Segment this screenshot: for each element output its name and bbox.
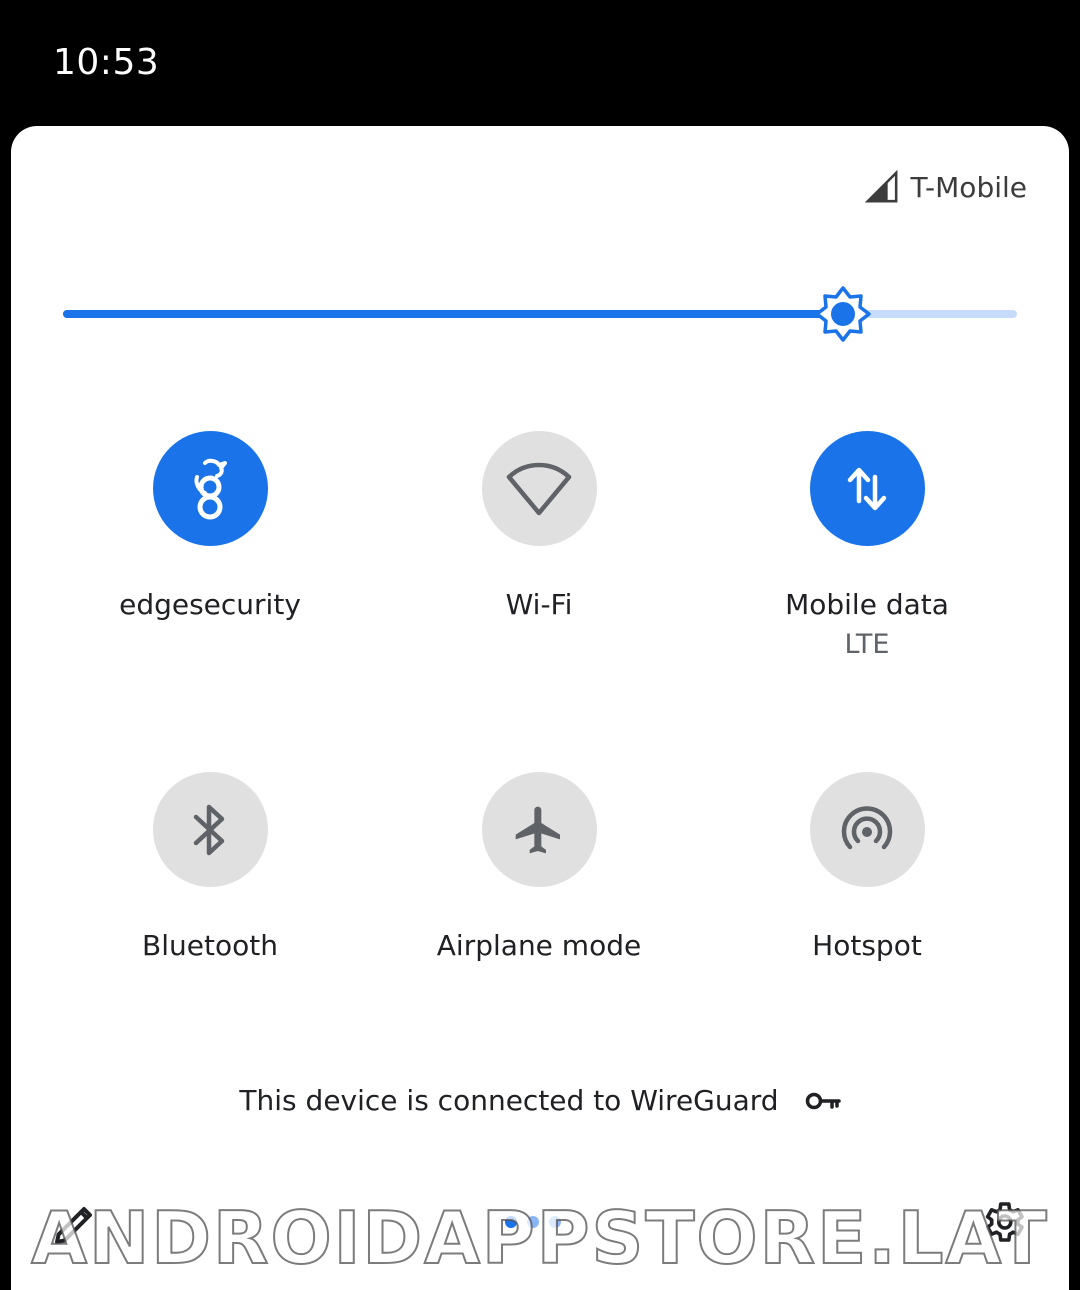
vpn-status-footer[interactable]: This device is connected to WireGuard	[11, 1084, 1069, 1117]
brightness-slider[interactable]	[63, 286, 1017, 342]
pencil-icon[interactable]	[51, 1200, 99, 1248]
carrier-indicator: T-Mobile	[864, 170, 1027, 204]
tile-hotspot-button[interactable]	[809, 772, 925, 887]
tile-bluetooth-button[interactable]	[152, 772, 268, 887]
tile-edgesecurity-button[interactable]	[152, 431, 268, 546]
tile-label: Airplane mode	[436, 929, 642, 962]
brightness-track-fill	[63, 310, 844, 318]
tile-airplane-mode[interactable]: Airplane mode	[389, 772, 689, 962]
tile-edgesecurity[interactable]: edgesecurity	[60, 431, 360, 621]
mobile-data-icon	[847, 467, 887, 510]
brightness-icon[interactable]	[815, 286, 872, 342]
tile-sublabel: LTE	[844, 629, 890, 660]
hotspot-icon	[841, 805, 893, 849]
quick-settings-panel: T-Mobile edgesecurity Wi-Fi Mobile data …	[11, 126, 1069, 1290]
tile-label: edgesecurity	[119, 588, 301, 621]
page-dot	[505, 1216, 517, 1228]
wireguard-icon	[194, 458, 227, 519]
tile-label: Wi-Fi	[505, 588, 573, 621]
carrier-name: T-Mobile	[910, 170, 1027, 204]
page-dot	[527, 1216, 539, 1228]
vpn-status-text: This device is connected to WireGuard	[239, 1084, 779, 1117]
cell-signal-icon	[864, 170, 897, 203]
screen: 10:53 T-Mobile edgesecurity Wi-Fi Mobile…	[0, 0, 1080, 1290]
tile-airplane-mode-button[interactable]	[481, 772, 597, 887]
tile-mobile-data[interactable]: Mobile data LTE	[717, 431, 1017, 660]
airplane-icon	[515, 806, 560, 853]
tile-label: Hotspot	[812, 929, 922, 962]
tile-label: Mobile data	[785, 588, 949, 621]
bluetooth-icon	[193, 804, 225, 855]
tile-hotspot[interactable]: Hotspot	[717, 772, 1017, 962]
wifi-icon	[506, 462, 572, 515]
tile-mobile-data-button[interactable]	[809, 431, 925, 546]
gear-icon[interactable]	[979, 1198, 1027, 1246]
status-time: 10:53	[53, 42, 160, 83]
key-icon	[805, 1092, 841, 1109]
page-indicator	[505, 1216, 561, 1228]
page-dot	[549, 1216, 561, 1228]
tile-wifi[interactable]: Wi-Fi	[389, 431, 689, 621]
tile-bluetooth[interactable]: Bluetooth	[60, 772, 360, 962]
tile-label: Bluetooth	[142, 929, 278, 962]
tile-wifi-button[interactable]	[481, 431, 597, 546]
